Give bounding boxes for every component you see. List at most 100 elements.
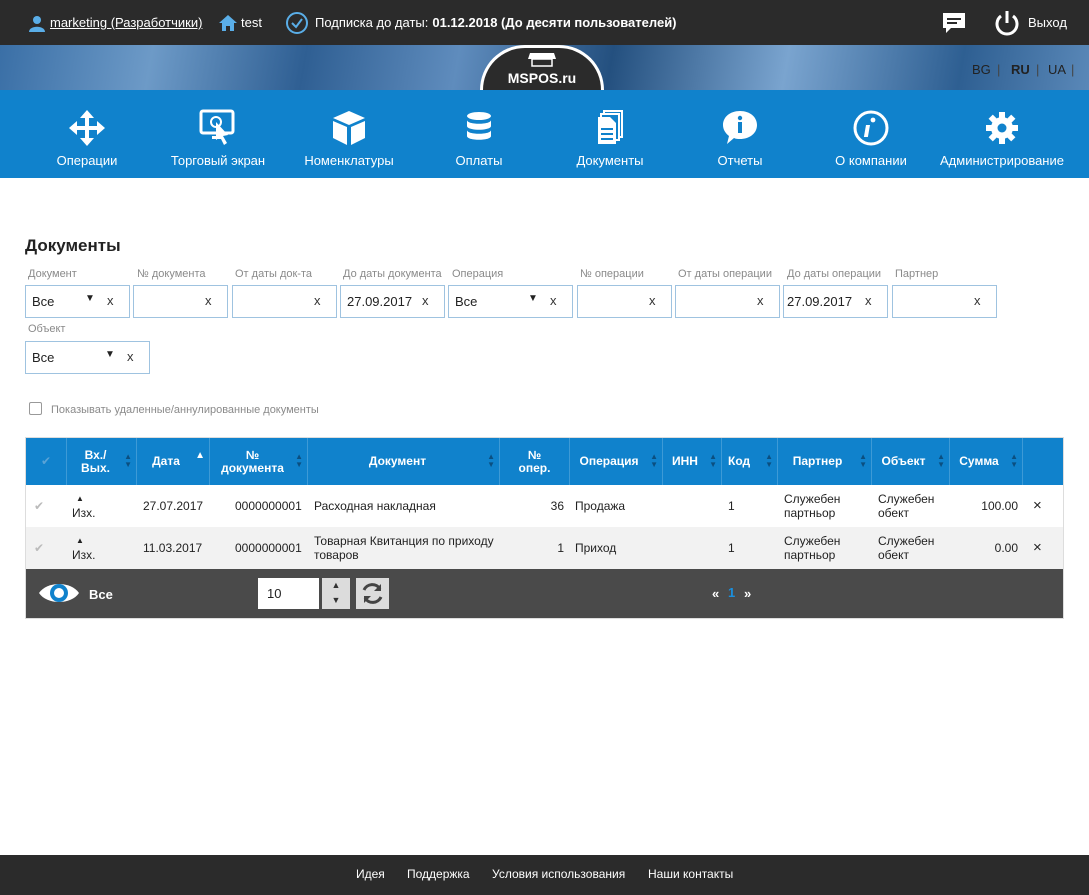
next-page-button[interactable]: » <box>744 586 751 601</box>
doc-date-from-input[interactable]: x <box>232 285 337 318</box>
doc-number-input[interactable]: x <box>133 285 228 318</box>
show-deleted-checkbox[interactable] <box>29 402 42 415</box>
nav-admin[interactable]: Администрирование <box>940 90 1064 178</box>
delete-row-button[interactable]: × <box>1033 527 1042 569</box>
row-check-icon[interactable]: ✔ <box>34 485 44 527</box>
user-menu[interactable]: marketing (Разработчики) <box>28 0 202 45</box>
clear-button[interactable]: x <box>107 293 114 308</box>
clear-button[interactable]: x <box>205 293 212 308</box>
main-nav: Операции Торговый экран Номенклатуры Опл… <box>0 90 1089 178</box>
footer-link-terms[interactable]: Условия использования <box>492 867 625 881</box>
refresh-button[interactable] <box>356 578 389 609</box>
doc-date-to-input[interactable]: 27.09.2017 x <box>340 285 445 318</box>
nav-payments[interactable]: Оплаты <box>429 90 529 178</box>
user-link[interactable]: marketing (Разработчики) <box>50 15 202 30</box>
filter-label-op-number: № операции <box>580 268 644 280</box>
nav-reports[interactable]: Отчеты <box>690 90 790 178</box>
logo-text: MSPOS.ru <box>507 70 577 86</box>
clear-button[interactable]: x <box>314 293 321 308</box>
object-select[interactable]: Все ▼ x <box>25 341 150 374</box>
sort-icon: ▲ ▼ <box>859 452 867 469</box>
nav-documents[interactable]: Документы <box>560 90 660 178</box>
sort-icon: ▲ ▼ <box>937 452 945 469</box>
delete-row-button[interactable]: × <box>1033 485 1042 527</box>
lang-ru[interactable]: RU <box>1011 62 1030 77</box>
clear-button[interactable]: x <box>550 293 557 308</box>
input-value: 27.09.2017 <box>787 294 853 309</box>
select-all-header[interactable]: ✔ <box>26 438 67 485</box>
chat-icon <box>943 12 965 33</box>
col-doc-number[interactable]: № документа ▲ ▼ <box>210 438 308 485</box>
clear-button[interactable]: x <box>757 293 764 308</box>
filter-label-doc-number: № документа <box>137 268 206 280</box>
table-header: ✔ Вх./ Вых. ▲ ▼ Дата ▲ № документа ▲ ▼ Док… <box>26 438 1063 485</box>
eye-icon[interactable] <box>38 579 80 607</box>
nav-trade-screen[interactable]: Торговый экран <box>168 90 268 178</box>
col-code[interactable]: Код ▲ ▼ <box>722 438 778 485</box>
clear-button[interactable]: x <box>422 293 429 308</box>
col-date[interactable]: Дата ▲ <box>137 438 210 485</box>
col-operation[interactable]: Операция ▲ ▼ <box>570 438 663 485</box>
show-deleted-label[interactable]: Показывать удаленные/аннулированные доку… <box>51 404 319 416</box>
partner-input[interactable]: x <box>892 285 997 318</box>
op-number-input[interactable]: x <box>577 285 672 318</box>
cell-object: Служебен обект <box>878 492 935 520</box>
caret-down-icon[interactable]: ▼ <box>85 293 95 304</box>
documents-icon <box>598 110 623 144</box>
sort-icon: ▲ ▼ <box>487 452 495 469</box>
info-bubble-icon <box>723 111 757 144</box>
col-partner[interactable]: Партнер ▲ ▼ <box>778 438 872 485</box>
sort-icon: ▲ ▼ <box>295 452 303 469</box>
touch-screen-icon <box>199 109 235 145</box>
col-sum[interactable]: Сумма ▲ ▼ <box>950 438 1023 485</box>
col-document[interactable]: Документ ▲ ▼ <box>308 438 500 485</box>
document-type-select[interactable]: Все ▼ x <box>25 285 130 318</box>
clear-button[interactable]: x <box>974 293 981 308</box>
col-inn[interactable]: ИНН ▲ ▼ <box>663 438 722 485</box>
page-size-input[interactable]: 10 <box>258 578 319 609</box>
select-value: Все <box>32 294 55 309</box>
col-direction[interactable]: Вх./ Вых. ▲ ▼ <box>67 438 137 485</box>
footer-link-idea[interactable]: Идея <box>356 867 385 881</box>
store-link[interactable]: test <box>218 0 262 45</box>
caret-down-icon[interactable]: ▼ <box>105 349 115 360</box>
lang-ua[interactable]: UA <box>1048 62 1066 77</box>
power-icon <box>995 10 1019 35</box>
footer-link-contacts[interactable]: Наши контакты <box>648 867 733 881</box>
page-size-stepper[interactable]: ▲ ▼ <box>322 578 350 609</box>
nav-label: Операции <box>56 153 118 168</box>
table-row[interactable]: ✔ ▲ Изх. 11.03.2017 0000000001 Товарная … <box>26 527 1063 569</box>
current-page[interactable]: 1 <box>728 585 735 600</box>
logout-label: Выход <box>1028 15 1067 30</box>
stepper-up-icon[interactable]: ▲ <box>322 578 350 593</box>
messages-button[interactable] <box>941 0 967 45</box>
row-check-icon[interactable]: ✔ <box>34 527 44 569</box>
col-label: Вх./ Вых. <box>81 447 110 475</box>
table-row[interactable]: ✔ ▲ Изх. 27.07.2017 0000000001 Расходная… <box>26 485 1063 527</box>
cell-operation: Приход <box>575 541 617 555</box>
nav-nomenclature[interactable]: Номенклатуры <box>299 90 399 178</box>
clear-button[interactable]: x <box>865 293 872 308</box>
operation-select[interactable]: Все ▼ x <box>448 285 573 318</box>
clear-button[interactable]: x <box>649 293 656 308</box>
nav-company[interactable]: О компании <box>821 90 921 178</box>
lang-bg[interactable]: BG <box>972 62 991 77</box>
prev-page-button[interactable]: « <box>712 586 719 601</box>
check-icon: ✔ <box>40 454 52 468</box>
lang-separator: | <box>1036 62 1040 77</box>
clear-button[interactable]: x <box>127 349 134 364</box>
nav-operations[interactable]: Операции <box>37 90 137 178</box>
filter-label-doc-date-to: До даты документа <box>343 268 442 280</box>
logout-button[interactable]: Выход <box>993 0 1067 45</box>
op-date-to-input[interactable]: 27.09.2017 x <box>783 285 888 318</box>
footer-link-support[interactable]: Поддержка <box>407 867 470 881</box>
visibility-label[interactable]: Все <box>89 587 113 602</box>
col-op-number[interactable]: № опер. <box>500 438 570 485</box>
gear-icon <box>986 112 1018 144</box>
cell-sum: 100.00 <box>981 499 1018 513</box>
caret-down-icon[interactable]: ▼ <box>528 293 538 304</box>
op-date-from-input[interactable]: x <box>675 285 780 318</box>
cell-direction: ▲ Изх. <box>72 527 95 569</box>
stepper-down-icon[interactable]: ▼ <box>322 593 350 608</box>
col-object[interactable]: Объект ▲ ▼ <box>872 438 950 485</box>
